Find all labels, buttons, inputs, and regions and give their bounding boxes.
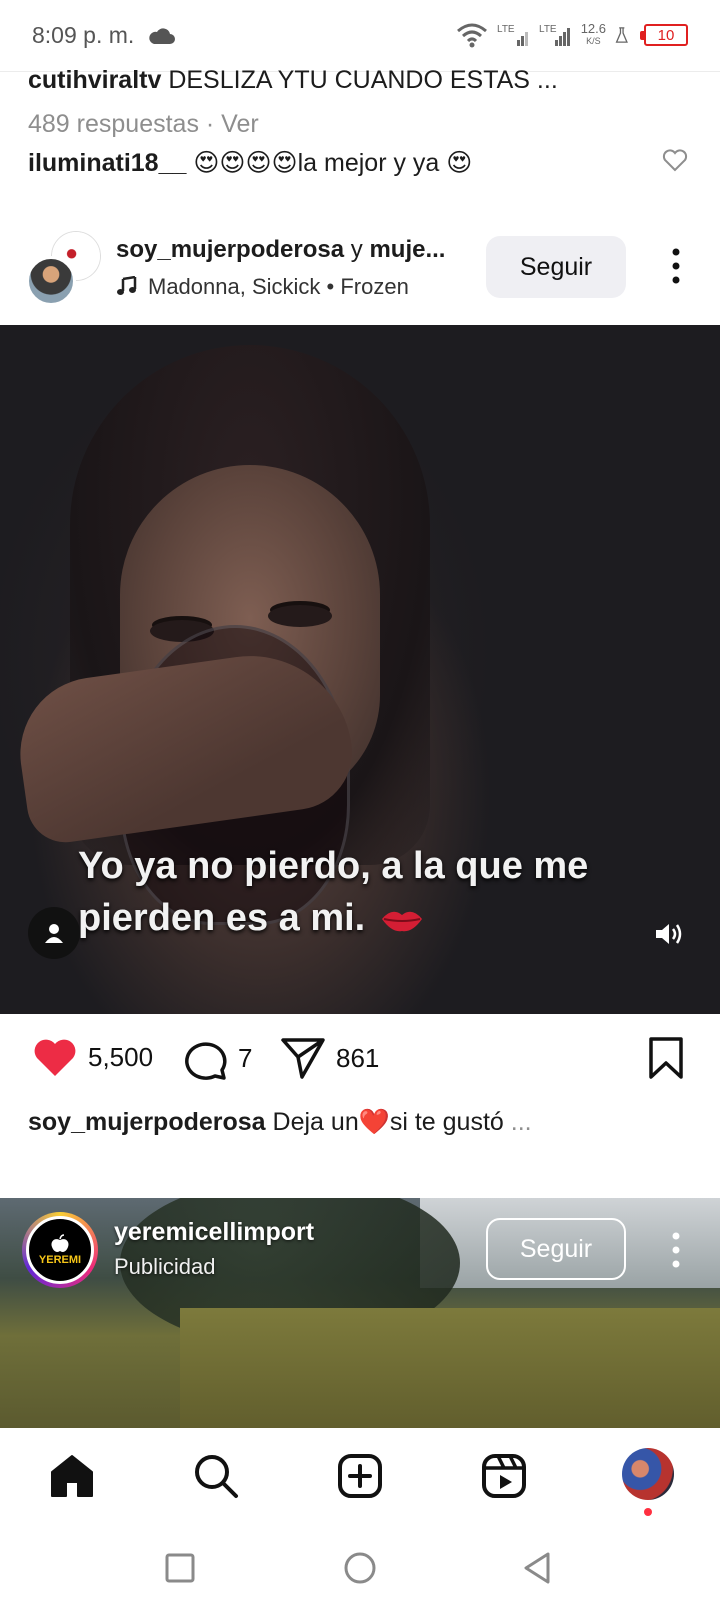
kiss-lips-icon (381, 911, 422, 932)
cloud-notification-icon (149, 28, 175, 44)
profile-avatar[interactable] (622, 1448, 674, 1500)
share-action[interactable]: 861 (280, 1036, 379, 1080)
signal-lte-2-icon: LTE (539, 24, 570, 46)
svg-text:LTE: LTE (539, 24, 557, 35)
post-usernames[interactable]: soy_mujerpoderosa y muje... (116, 236, 466, 264)
status-indicators: LTE LTE 12.6 K/S 10 (455, 20, 688, 50)
status-bar: 8:09 p. m. LTE LTE 12.6 K/S 10 (0, 0, 720, 72)
back-icon[interactable] (518, 1548, 558, 1588)
paper-plane-icon[interactable] (280, 1036, 326, 1080)
status-time: 8:09 p. m. (32, 22, 135, 48)
post-caption[interactable]: soy_mujerpoderosa Deja un❤️si te gustó .… (28, 1108, 688, 1137)
comment-action[interactable]: 7 (182, 1036, 252, 1080)
share-count[interactable]: 861 (336, 1043, 379, 1074)
battery-indicator: 10 (640, 24, 688, 46)
profile-notification-dot (644, 1508, 652, 1516)
reply-username[interactable]: iluminati18__ (28, 149, 186, 177)
ad-post[interactable]: YEREMI yeremicellimport Publicidad Segui… (0, 1198, 720, 1428)
follow-button[interactable]: Seguir (486, 236, 626, 298)
post-music[interactable]: Madonna, Sickick • Frozen (116, 274, 409, 300)
comment-count[interactable]: 7 (238, 1043, 252, 1074)
like-action[interactable]: 5,500 (32, 1036, 153, 1078)
reels-icon[interactable] (480, 1452, 528, 1500)
media-overlay-text: Yo ya no pierdo, a la que me pierden es … (78, 845, 589, 939)
svg-text:LTE: LTE (497, 24, 515, 35)
comment-text: DESLIZA YTU CUANDO ESTAS ... (168, 66, 558, 94)
ad-photo-wall (180, 1308, 720, 1428)
flask-icon (615, 27, 628, 43)
bottom-nav (0, 1428, 720, 1528)
caption-more[interactable]: ... (504, 1108, 532, 1136)
collab-avatars[interactable] (26, 232, 100, 306)
like-count[interactable]: 5,500 (88, 1042, 153, 1073)
bookmark-icon[interactable] (648, 1036, 684, 1080)
photo-eye-right (268, 605, 332, 627)
post-media[interactable]: Yo ya no pierdo, a la que me pierden es … (0, 325, 720, 1014)
volume-icon[interactable] (654, 921, 684, 947)
system-nav-bar (0, 1528, 720, 1612)
home-icon[interactable] (48, 1452, 96, 1500)
net-speed: 12.6 K/S (580, 21, 606, 46)
ad-more-options-icon[interactable] (672, 1232, 680, 1268)
music-label: Madonna, Sickick • Frozen (148, 274, 409, 299)
comment-username[interactable]: cutihviraltv (28, 66, 161, 94)
ad-avatar[interactable]: YEREMI (22, 1212, 98, 1288)
post-header: soy_mujerpoderosa y muje... Madonna, Sic… (0, 226, 720, 316)
post-actions: 5,500 7 861 (0, 1036, 720, 1096)
person-icon (45, 924, 63, 943)
wifi-icon (456, 23, 487, 48)
comment-bubble-icon[interactable] (182, 1036, 228, 1080)
caption-username[interactable]: soy_mujerpoderosa (28, 1108, 266, 1136)
reply-text: 😍😍😍😍la mejor y ya 😍 (193, 149, 473, 177)
signal-lte-1-icon: LTE (497, 24, 528, 46)
ad-username[interactable]: yeremicellimport (114, 1218, 314, 1247)
more-options-icon[interactable] (672, 248, 680, 284)
ad-avatar-brand: YEREMI (38, 1254, 82, 1266)
create-post-icon[interactable] (336, 1452, 384, 1500)
recents-icon[interactable] (160, 1548, 200, 1588)
sponsored-label: Publicidad (114, 1254, 216, 1279)
tagged-people-button[interactable] (28, 907, 80, 959)
search-icon[interactable] (192, 1452, 240, 1500)
comment-preview-reply[interactable]: iluminati18__ 😍😍😍😍la mejor y ya 😍 (28, 148, 680, 178)
caption-text: Deja un❤️si te gustó (272, 1108, 504, 1136)
comment-like-heart-icon[interactable] (662, 148, 688, 172)
comment-preview-top[interactable]: cutihviraltv DESLIZA YTU CUANDO ESTAS ..… (28, 66, 680, 95)
system-home-icon[interactable] (340, 1548, 380, 1588)
avatar-primary (26, 256, 76, 306)
ad-follow-button[interactable]: Seguir (486, 1218, 626, 1280)
music-note-icon (117, 276, 137, 295)
view-replies-link[interactable]: 489 respuestas · Ver (28, 110, 680, 139)
heart-filled-icon[interactable] (32, 1036, 78, 1078)
apple-logo-icon (51, 1234, 69, 1252)
